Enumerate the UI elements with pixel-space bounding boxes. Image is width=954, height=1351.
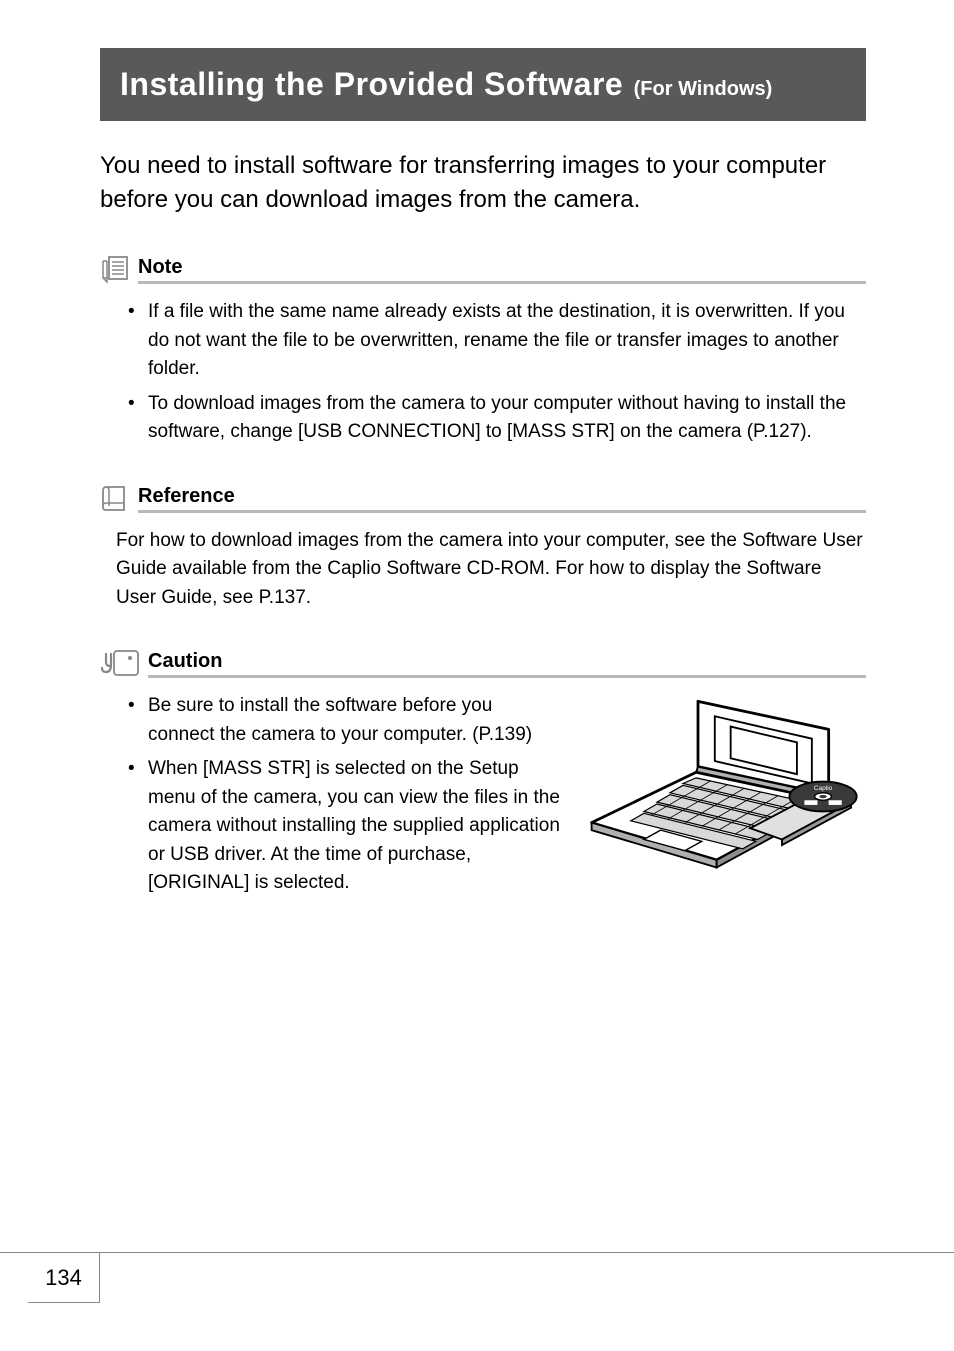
list-item: When [MASS STR] is selected on the Setup…: [128, 755, 562, 898]
caution-section: Caution Be sure to install the software …: [100, 648, 866, 904]
intro-paragraph: You need to install software for transfe…: [100, 149, 866, 216]
note-section: Note If a file with the same name alread…: [100, 254, 866, 447]
caution-bullets: Be sure to install the software before y…: [100, 692, 562, 898]
list-item: To download images from the camera to yo…: [128, 390, 866, 447]
svg-text:Caplio: Caplio: [814, 785, 833, 792]
list-item: If a file with the same name already exi…: [128, 298, 866, 384]
caution-label: Caution: [148, 650, 222, 672]
reference-section: Reference For how to download images fro…: [100, 483, 866, 613]
reference-icon: [100, 483, 130, 513]
page-title-main: Installing the Provided Software: [120, 66, 623, 102]
page-title-bar: Installing the Provided Software (For Wi…: [100, 48, 866, 121]
note-bullets: If a file with the same name already exi…: [100, 298, 866, 447]
note-icon: [100, 254, 130, 284]
laptop-cd-illustration: Caplio: [586, 692, 866, 874]
page-footer: 134: [0, 1252, 954, 1303]
page-number: 134: [28, 1253, 100, 1303]
page-title-sub: (For Windows): [634, 78, 773, 100]
note-label: Note: [138, 256, 182, 278]
reference-body: For how to download images from the came…: [100, 527, 866, 613]
list-item: Be sure to install the software before y…: [128, 692, 562, 749]
caution-icon: [100, 648, 140, 678]
reference-label: Reference: [138, 485, 235, 507]
